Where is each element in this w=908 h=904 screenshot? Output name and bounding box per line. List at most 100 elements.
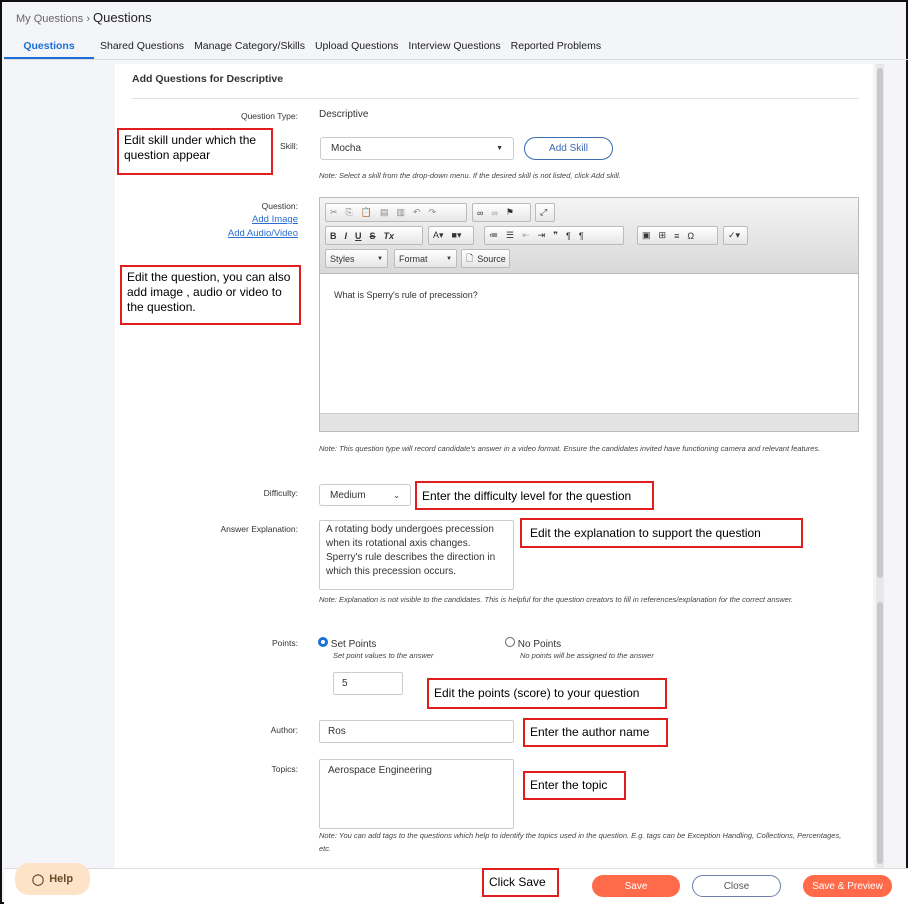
format-dropdown[interactable]: Format ▼ bbox=[394, 249, 457, 268]
paste-word-icon[interactable]: ▥ bbox=[392, 207, 409, 218]
rtl-icon[interactable]: ¶ bbox=[575, 231, 588, 241]
help-button[interactable]: ◯ Help bbox=[15, 863, 90, 895]
text-color-icon[interactable]: A▾ bbox=[429, 230, 448, 241]
page-title: Questions bbox=[93, 10, 152, 25]
italic-icon[interactable]: I bbox=[341, 231, 352, 241]
source-button[interactable]: 🗋 Source bbox=[461, 249, 510, 268]
ltr-icon[interactable]: ¶ bbox=[562, 231, 575, 241]
styles-dropdown[interactable]: Styles ▼ bbox=[325, 249, 388, 268]
radio-selected[interactable] bbox=[318, 637, 328, 647]
source-icon: 🗋 bbox=[466, 252, 474, 263]
tab-manage-category[interactable]: Manage Category/Skills bbox=[190, 34, 309, 59]
remove-format-icon[interactable]: Tx bbox=[380, 231, 399, 241]
question-text[interactable]: What is Sperry's rule of precession? bbox=[334, 290, 478, 300]
tab-questions[interactable]: Questions bbox=[4, 34, 94, 59]
add-image-link[interactable]: Add Image bbox=[118, 214, 298, 225]
numbered-list-icon[interactable]: ≔ bbox=[485, 230, 502, 241]
styles-label: Styles bbox=[330, 253, 355, 264]
add-skill-button[interactable]: Add Skill bbox=[524, 137, 613, 160]
points-input[interactable]: 5 bbox=[333, 672, 403, 695]
tab-reported-problems[interactable]: Reported Problems bbox=[507, 34, 605, 59]
paste-text-icon[interactable]: ▤ bbox=[376, 207, 393, 218]
spellcheck-icon[interactable]: ✓▾ bbox=[723, 226, 748, 245]
no-points-hint: No points will be assigned to the answer bbox=[520, 651, 654, 660]
tab-upload-questions[interactable]: Upload Questions bbox=[311, 34, 402, 59]
topics-label: Topics: bbox=[271, 764, 298, 774]
bg-color-icon[interactable]: ■▾ bbox=[448, 230, 466, 241]
rich-text-editor: ✂ ⎘ 📋 ▤ ▥ ↶ ↷ ∞ ∞ ⚑ ⤢ B I U S Tx A▾ ■▾ ≔ ☰ ⇤ ⇥ ❞ ¶ ¶ ▣ ⊞ ≡ Ω ✓… bbox=[319, 197, 859, 432]
tab-bar: Questions Shared Questions Manage Catego… bbox=[4, 34, 908, 60]
strike-icon[interactable]: S bbox=[366, 231, 380, 241]
breadcrumb-separator: › bbox=[86, 13, 90, 25]
undo-icon[interactable]: ↶ bbox=[409, 207, 425, 218]
help-label: Help bbox=[49, 873, 74, 885]
link-icon[interactable]: ∞ bbox=[473, 208, 487, 218]
author-input[interactable]: Ros bbox=[319, 720, 514, 743]
set-points-hint: Set point values to the answer bbox=[333, 651, 434, 660]
tab-shared-questions[interactable]: Shared Questions bbox=[96, 34, 188, 59]
bulleted-list-icon[interactable]: ☰ bbox=[502, 230, 518, 241]
difficulty-value: Medium bbox=[330, 489, 366, 501]
skill-value: Mocha bbox=[331, 143, 362, 154]
blockquote-icon[interactable]: ❞ bbox=[549, 230, 562, 241]
unlink-icon[interactable]: ∞ bbox=[487, 208, 501, 218]
skill-note: Note: Select a skill from the drop-down … bbox=[319, 171, 621, 180]
tab-interview-questions[interactable]: Interview Questions bbox=[404, 34, 504, 59]
outdent-icon[interactable]: ⇤ bbox=[518, 230, 534, 241]
paste-icon[interactable]: 📋 bbox=[357, 207, 376, 218]
add-audio-video-link[interactable]: Add Audio/Video bbox=[118, 228, 298, 239]
anchor-flag-icon[interactable]: ⚑ bbox=[502, 207, 518, 218]
divider bbox=[132, 98, 859, 99]
format-label: Format bbox=[399, 253, 428, 264]
skill-select[interactable]: Mocha ▼ bbox=[320, 137, 514, 160]
basic-styles-group: B I U S Tx bbox=[325, 226, 423, 245]
topics-note: Note: You can add tags to the questions … bbox=[319, 831, 842, 853]
dropdown-arrow-icon: ▼ bbox=[496, 145, 503, 152]
annotation-difficulty: Enter the difficulty level for the quest… bbox=[415, 481, 654, 510]
cut-icon[interactable]: ✂ bbox=[326, 207, 342, 218]
bold-icon[interactable]: B bbox=[326, 231, 341, 241]
image-icon[interactable]: ▣ bbox=[638, 230, 655, 241]
special-char-icon[interactable]: Ω bbox=[683, 231, 698, 241]
annotation-points: Edit the points (score) to your question bbox=[427, 678, 667, 709]
form-card bbox=[115, 64, 873, 869]
explanation-label: Answer Explanation: bbox=[220, 524, 299, 534]
scrollbar-thumb[interactable] bbox=[877, 68, 883, 578]
annotation-topic: Enter the topic bbox=[523, 771, 626, 800]
underline-icon[interactable]: U bbox=[351, 231, 366, 241]
difficulty-select[interactable]: Medium ⌄ bbox=[319, 484, 411, 506]
topics-textarea[interactable]: Aerospace Engineering bbox=[319, 759, 514, 829]
chat-bubble-icon: ◯ bbox=[31, 873, 45, 886]
question-label: Question: bbox=[261, 201, 298, 211]
annotation-skill: Edit skill under which the question appe… bbox=[117, 128, 273, 175]
breadcrumb: My Questions › Questions bbox=[16, 10, 152, 25]
breadcrumb-parent[interactable]: My Questions bbox=[16, 13, 83, 25]
copy-icon[interactable]: ⎘ bbox=[342, 207, 357, 218]
explanation-note: Note: Explanation is not visible to the … bbox=[319, 595, 794, 604]
editor-toolbar: ✂ ⎘ 📋 ▤ ▥ ↶ ↷ ∞ ∞ ⚑ ⤢ B I U S Tx A▾ ■▾ ≔ ☰ ⇤ ⇥ ❞ ¶ ¶ ▣ ⊞ ≡ Ω ✓… bbox=[320, 198, 858, 274]
indent-icon[interactable]: ⇥ bbox=[534, 230, 550, 241]
editor-resize-bar[interactable] bbox=[320, 413, 858, 431]
source-label: Source bbox=[477, 253, 506, 264]
close-button[interactable]: Close bbox=[692, 875, 781, 897]
clipboard-group: ✂ ⎘ 📋 ▤ ▥ ↶ ↷ bbox=[325, 203, 467, 222]
annotation-save: Click Save bbox=[482, 868, 559, 897]
question-note: Note: This question type will record can… bbox=[319, 444, 821, 453]
maximize-icon[interactable]: ⤢ bbox=[535, 203, 555, 222]
table-icon[interactable]: ⊞ bbox=[655, 230, 671, 241]
save-preview-button[interactable]: Save & Preview bbox=[803, 875, 892, 897]
annotation-question: Edit the question, you can also add imag… bbox=[120, 265, 301, 325]
annotation-explanation: Edit the explanation to support the ques… bbox=[520, 518, 803, 548]
scrollbar-thumb-lower[interactable] bbox=[877, 602, 883, 864]
save-button[interactable]: Save bbox=[592, 875, 680, 897]
difficulty-label: Difficulty: bbox=[263, 488, 298, 498]
horizontal-rule-icon[interactable]: ≡ bbox=[670, 231, 683, 241]
color-group: A▾ ■▾ bbox=[428, 226, 474, 245]
explanation-textarea[interactable]: A rotating body undergoes precession whe… bbox=[319, 520, 514, 590]
redo-icon[interactable]: ↷ bbox=[425, 207, 441, 218]
question-type-label: Question Type: bbox=[240, 111, 298, 121]
form-title: Add Questions for Descriptive bbox=[132, 73, 284, 85]
chevron-down-icon: ⌄ bbox=[393, 490, 400, 500]
radio-unselected[interactable] bbox=[505, 637, 515, 647]
paragraph-group: ≔ ☰ ⇤ ⇥ ❞ ¶ ¶ bbox=[484, 226, 624, 245]
